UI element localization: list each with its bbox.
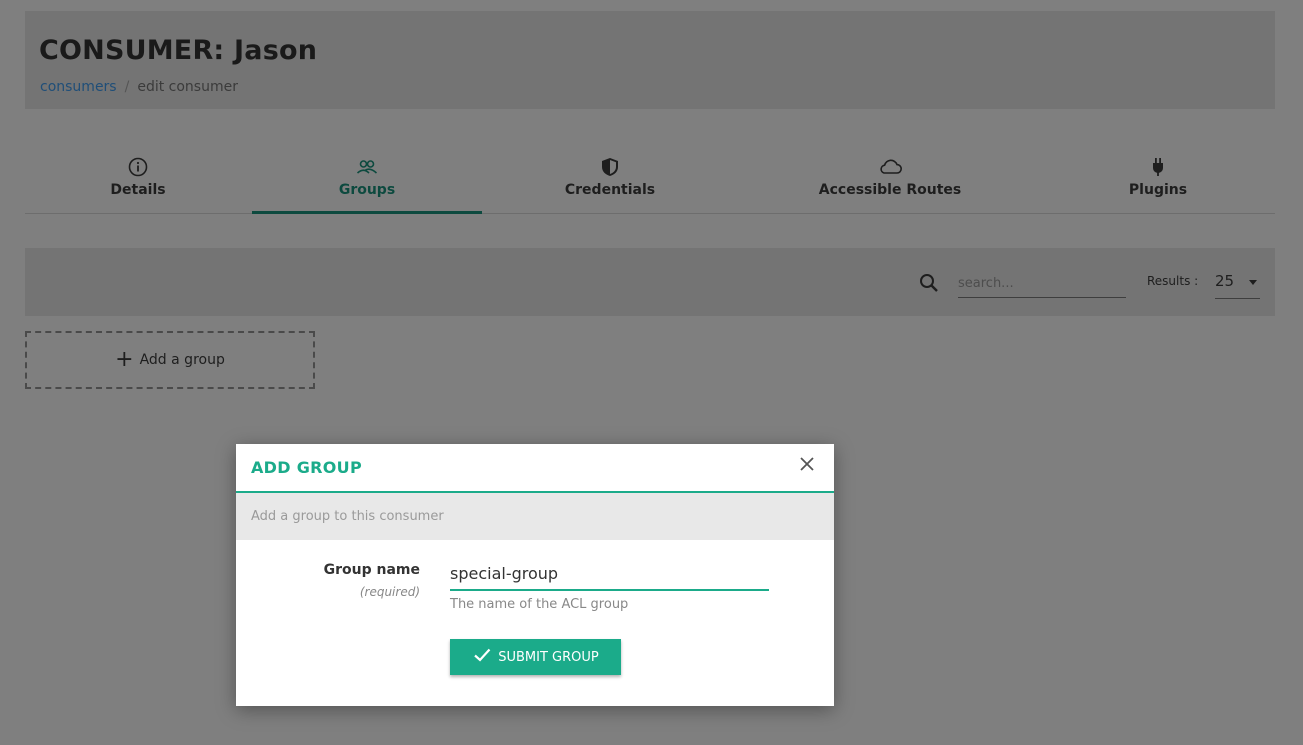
check-icon	[472, 645, 492, 669]
breadcrumb-consumers-link[interactable]: consumers	[40, 79, 117, 95]
tab-bar: Details Groups Credentials Accessible Ro…	[25, 148, 1275, 214]
page: CONSUMER: Jason consumers / edit consumer …	[0, 0, 1303, 745]
users-icon	[252, 156, 482, 178]
chevron-down-icon	[1249, 280, 1257, 285]
add-group-button[interactable]: + Add a group	[25, 331, 315, 389]
info-icon	[76, 156, 200, 178]
group-name-label: Group name	[323, 562, 420, 578]
results-value: 25	[1215, 272, 1235, 290]
required-hint: (required)	[359, 585, 420, 599]
breadcrumb: consumers / edit consumer	[40, 79, 238, 95]
page-title: CONSUMER: Jason	[39, 35, 318, 66]
tab-credentials[interactable]: Credentials	[545, 148, 675, 214]
tab-label: Details	[110, 182, 166, 198]
add-group-modal: ADD GROUP Add a group to this consumer G…	[236, 444, 834, 706]
results-label: Results :	[1147, 274, 1199, 288]
toolbar: Results : 25	[25, 248, 1275, 316]
group-name-help: The name of the ACL group	[450, 597, 629, 612]
submit-group-button[interactable]: SUBMIT GROUP	[450, 639, 621, 675]
plus-icon: +	[115, 347, 134, 372]
modal-subtitle: Add a group to this consumer	[236, 493, 834, 540]
tab-label: Plugins	[1128, 182, 1188, 198]
cloud-icon	[810, 156, 970, 178]
modal-title: ADD GROUP	[251, 458, 362, 477]
group-name-input[interactable]	[450, 558, 769, 591]
add-group-label: Add a group	[139, 352, 225, 368]
modal-header: ADD GROUP	[236, 444, 834, 493]
breadcrumb-separator: /	[124, 79, 130, 95]
search-input[interactable]	[958, 270, 1126, 298]
tab-label: Accessible Routes	[818, 182, 962, 198]
results-per-page-select[interactable]: 25	[1215, 269, 1260, 299]
plug-icon	[1118, 156, 1198, 178]
tab-label: Credentials	[564, 182, 656, 198]
page-header: CONSUMER: Jason consumers / edit consumer	[25, 11, 1275, 109]
tab-groups[interactable]: Groups	[252, 148, 482, 214]
tab-label: Groups	[338, 182, 396, 198]
submit-label: SUBMIT GROUP	[498, 649, 599, 665]
tab-details[interactable]: Details	[76, 148, 200, 214]
search-icon[interactable]	[918, 272, 940, 298]
tab-accessible-routes[interactable]: Accessible Routes	[810, 148, 970, 214]
breadcrumb-current: edit consumer	[137, 79, 238, 95]
tab-plugins[interactable]: Plugins	[1118, 148, 1198, 214]
close-icon[interactable]	[797, 454, 817, 478]
shield-icon	[545, 156, 675, 178]
